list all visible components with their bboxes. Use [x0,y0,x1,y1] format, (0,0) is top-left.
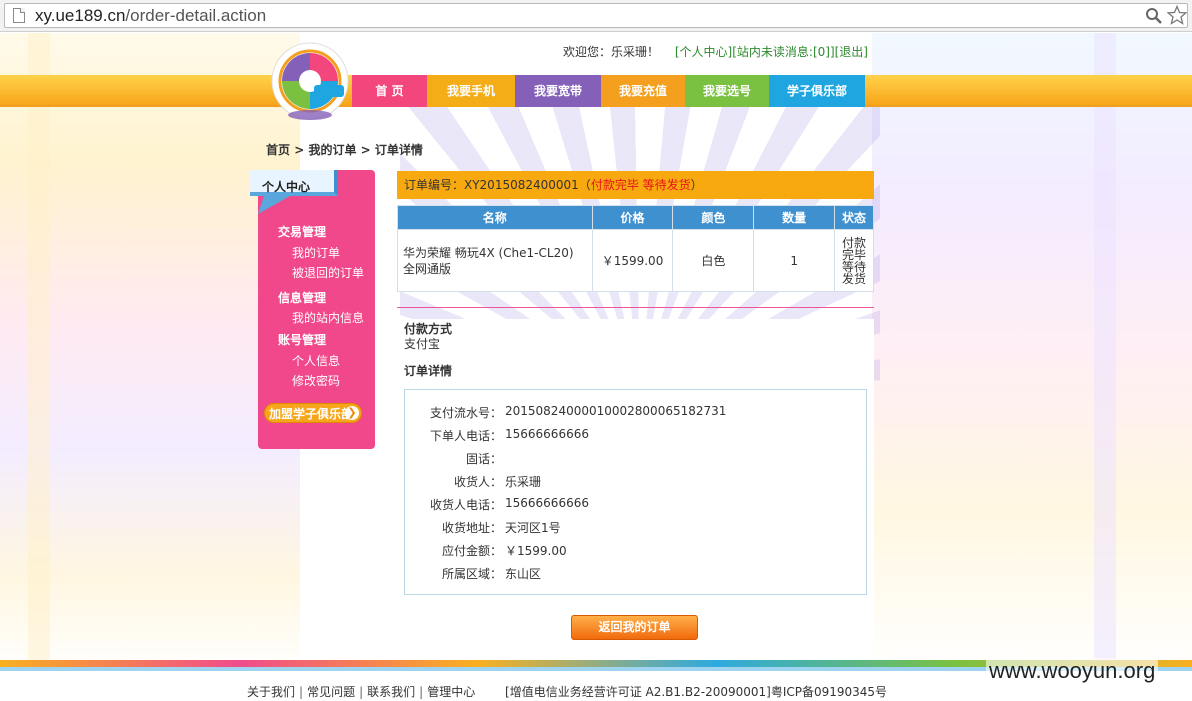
join-club-label: 加盟学子俱乐部 [269,407,354,421]
payment-method-value: 支付宝 [404,337,441,351]
bookmark-star-icon[interactable] [1167,5,1187,25]
footer-separator: | [419,685,424,699]
detail-row-receiver: 收货人： 乐采珊 [404,473,867,489]
detail-key: 应付金额： [441,544,502,558]
page-icon [13,8,25,23]
background-right [872,33,1192,673]
detail-row-transaction-id: 支付流水号： 20150824000010002800065182731 [404,404,867,420]
order-number-close: ） [690,178,703,192]
detail-row-address: 收货地址： 天河区1号 [404,519,867,535]
item-status: 付款完毕等待发货 [834,229,874,292]
detail-key: 收货人： [453,475,502,489]
detail-row-amount-due: 应付金额： ￥1599.00 [404,542,867,558]
order-status: 付款完毕 等待发货 [590,178,691,192]
search-icon[interactable] [1145,7,1163,25]
page-body: 欢迎您：乐采珊！ [个人中心][站内未读消息:[0]][退出] 首 页 我要手机… [0,33,1192,701]
detail-row-region: 所属区域： 东山区 [404,565,867,581]
welcome-bar: 欢迎您：乐采珊！ [个人中心][站内未读消息:[0]][退出] [563,43,868,60]
item-color: 白色 [672,229,755,292]
sidebar-item-my-orders[interactable]: 我的订单 [292,244,340,261]
browser-address-bar: xy.ue189.cn/order-detail.action [0,0,1192,32]
url-field[interactable]: xy.ue189.cn/order-detail.action [4,3,1188,28]
detail-row-landline: 固话： [404,450,867,466]
sidebar-section-account: 账号管理 [278,333,327,347]
detail-key: 收货人电话： [429,498,502,512]
site-logo[interactable] [270,41,350,123]
detail-row-orderer-phone: 下单人电话： 15666666666 [404,427,867,443]
background-frame-right [1094,33,1116,663]
url-text[interactable]: xy.ue189.cn/order-detail.action [35,6,266,26]
divider [397,307,874,308]
detail-value: 东山区 [505,567,542,581]
footer-link-faq[interactable]: 常见问题 [307,685,355,699]
nav-broadband[interactable]: 我要宽带 [515,75,601,107]
detail-value: 天河区1号 [505,521,561,535]
detail-key: 固话： [465,452,502,466]
detail-value: ￥1599.00 [505,544,567,558]
item-quantity: 1 [753,229,836,292]
sidebar-item-profile[interactable]: 个人信息 [292,352,340,369]
table-row: 华为荣耀 畅玩4X (Che1-CL20) 全网通版 ￥1599.00 白色 1… [397,229,874,292]
breadcrumb-separator: > [290,143,309,157]
sidebar-item-returned-orders[interactable]: 被退回的订单 [292,264,364,281]
footer: 关于我们 | 常见问题 | 联系我们 | 管理中心 [增值电信业务经营许可证 A2.B1.B… [247,683,887,700]
table-header-row: 名称 价格 颜色 数量 状态 [397,205,874,230]
breadcrumb-separator: > [356,143,375,157]
detail-value: 乐采珊 [505,475,542,489]
footer-separator: | [359,685,364,699]
column-header-quantity: 数量 [753,205,836,230]
detail-key: 下单人电话： [429,429,502,443]
footer-license: [增值电信业务经营许可证 A2.B1.B2-20090001]粤ICP备0919… [505,685,888,699]
sidebar-title: 个人中心 [262,180,311,194]
footer-link-about[interactable]: 关于我们 [247,685,295,699]
detail-value: 20150824000010002800065182731 [505,404,727,418]
order-detail-heading: 订单详情 [404,364,453,378]
watermark: www.wooyun.org [986,658,1159,684]
column-header-name: 名称 [397,205,593,230]
nav-number-select[interactable]: 我要选号 [685,75,769,107]
item-price: ￥1599.00 [591,229,674,292]
footer-link-admin[interactable]: 管理中心 [427,685,475,699]
messages-link[interactable]: [站内未读消息:[0]] [732,45,834,59]
item-name: 华为荣耀 畅玩4X (Che1-CL20) 全网通版 [397,229,593,292]
join-club-button[interactable]: 加盟学子俱乐部 ❯ [264,403,362,423]
detail-row-receiver-phone: 收货人电话： 15666666666 [404,496,867,512]
order-items-table: 名称 价格 颜色 数量 状态 华为荣耀 畅玩4X (Che1-CL20) 全网通… [397,205,874,292]
column-header-color: 颜色 [672,205,755,230]
breadcrumb-home[interactable]: 首页 [266,143,290,157]
footer-separator: | [299,685,304,699]
order-number: 订单编号：XY2015082400001（ [404,178,591,192]
detail-key: 支付流水号： [429,406,502,420]
detail-value: 15666666666 [505,496,589,510]
detail-value: 15666666666 [505,427,589,441]
nav-student-club[interactable]: 学子俱乐部 [769,75,865,107]
sidebar-item-change-password[interactable]: 修改密码 [292,372,340,389]
column-header-status: 状态 [834,205,874,230]
background-frame-left [28,33,50,663]
welcome-text: 欢迎您：乐采珊！ [563,45,660,59]
nav-phones[interactable]: 我要手机 [427,75,515,107]
detail-key: 收货地址： [441,521,502,535]
nav-home[interactable]: 首 页 [352,75,427,107]
chevron-right-icon: ❯ [345,406,359,420]
sidebar-item-site-messages[interactable]: 我的站内信息 [292,309,364,326]
column-header-price: 价格 [591,205,674,230]
footer-link-contact[interactable]: 联系我们 [367,685,415,699]
profile-link[interactable]: [个人中心] [675,45,732,59]
nav-recharge[interactable]: 我要充值 [601,75,685,107]
logout-link[interactable]: [退出] [835,45,868,59]
sidebar-section-trade: 交易管理 [278,225,327,239]
breadcrumb-orders[interactable]: 我的订单 [308,143,356,157]
breadcrumb-current: 订单详情 [374,143,423,157]
detail-key: 所属区域： [441,567,502,581]
breadcrumb: 首页 > 我的订单 > 订单详情 [266,141,423,158]
sidebar-section-info: 信息管理 [278,291,327,305]
order-number-bar: 订单编号：XY2015082400001（付款完毕 等待发货） [397,171,874,199]
back-to-orders-button[interactable]: 返回我的订单 [571,615,698,640]
